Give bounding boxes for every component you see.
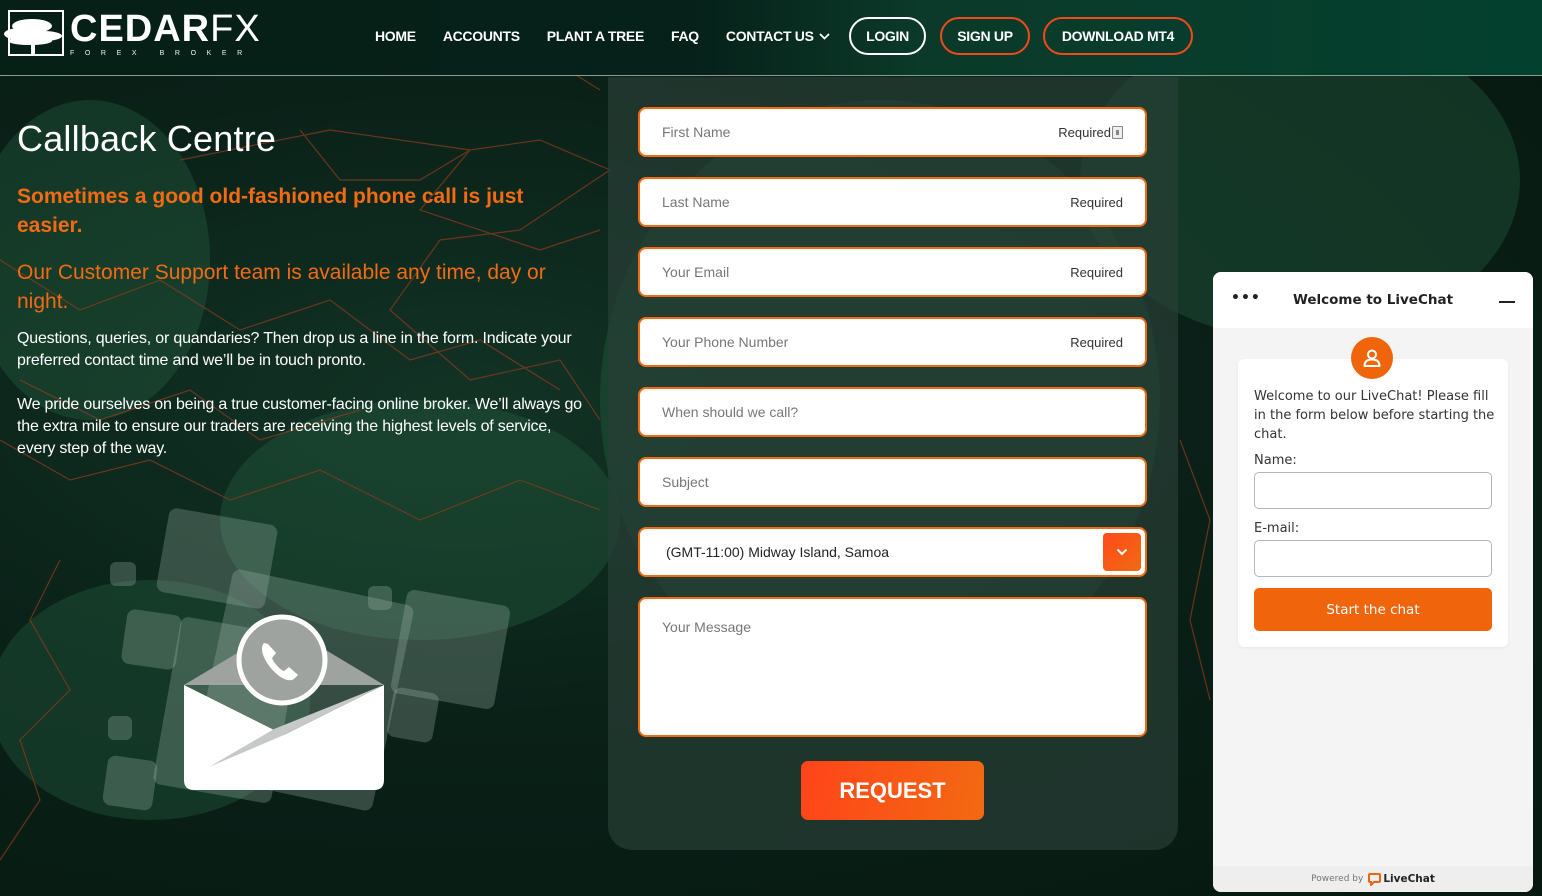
nav-contact-us-label: CONTACT US bbox=[725, 28, 814, 44]
phone-placeholder: Your Phone Number bbox=[662, 334, 789, 350]
powered-by-footer[interactable]: Powered by LiveChat bbox=[1213, 866, 1533, 892]
page-title: Callback Centre bbox=[17, 118, 277, 159]
chat-name-input[interactable] bbox=[1254, 472, 1492, 509]
tagline-bold: Sometimes a good old-fashioned phone cal… bbox=[17, 185, 524, 237]
callback-form: First Name Required Last Name Required Y… bbox=[608, 77, 1178, 850]
timezone-select[interactable]: (GMT-11:00) Midway Island, Samoa bbox=[638, 527, 1147, 577]
phone-number-field[interactable]: Your Phone Number Required bbox=[638, 317, 1147, 367]
intro-paragraph-1: Questions, queries, or quandaries? Then … bbox=[17, 330, 572, 369]
required-label: Required bbox=[1070, 264, 1123, 280]
main-nav: HOME ACCOUNTS PLANT A TREE FAQ CONTACT U… bbox=[375, 0, 857, 72]
email-placeholder: Your Email bbox=[662, 264, 730, 280]
more-options-icon[interactable]: ••• bbox=[1231, 290, 1261, 306]
welcome-message: Welcome to our LiveChat! Please fill in … bbox=[1254, 389, 1495, 442]
intro-paragraph-2: We pride ourselves on being a true custo… bbox=[17, 396, 582, 457]
first-name-field[interactable]: First Name Required bbox=[638, 107, 1147, 157]
subject-field[interactable]: Subject bbox=[638, 457, 1147, 507]
livechat-header: ••• Welcome to LiveChat bbox=[1213, 272, 1533, 328]
cedar-tree-logo-icon bbox=[4, 10, 64, 56]
minimize-icon[interactable] bbox=[1499, 301, 1515, 303]
call-time-placeholder: When should we call? bbox=[662, 404, 799, 420]
livechat-widget: ••• Welcome to LiveChat Welcome to our L… bbox=[1213, 272, 1533, 892]
callback-intro: Callback Centre Sometimes a good old-fas… bbox=[17, 118, 597, 460]
first-name-placeholder: First Name bbox=[662, 124, 731, 140]
tagline-support: Our Customer Support team is available a… bbox=[17, 261, 546, 313]
agent-avatar-icon bbox=[1351, 337, 1393, 379]
last-name-placeholder: Last Name bbox=[662, 194, 730, 210]
prechat-form: Welcome to our LiveChat! Please fill in … bbox=[1238, 359, 1508, 647]
livechat-brand: LiveChat bbox=[1383, 873, 1435, 885]
timezone-dropdown-button[interactable] bbox=[1103, 533, 1141, 571]
signup-button[interactable]: SIGN UP bbox=[940, 17, 1030, 55]
phone-circle-icon bbox=[236, 614, 328, 706]
chat-email-input[interactable] bbox=[1254, 540, 1492, 577]
email-label: E-mail: bbox=[1254, 521, 1300, 536]
nav-faq[interactable]: FAQ bbox=[671, 28, 699, 44]
livechat-title: Welcome to LiveChat bbox=[1292, 292, 1454, 308]
brand-tagline: FOREX BROKER bbox=[70, 50, 253, 57]
powered-by-text: Powered by bbox=[1311, 874, 1364, 884]
chevron-down-icon bbox=[1116, 548, 1128, 556]
required-label: Required bbox=[1070, 334, 1123, 350]
brand-name-bold: CEDAR bbox=[70, 8, 211, 50]
last-name-field[interactable]: Last Name Required bbox=[638, 177, 1147, 227]
message-placeholder: Your Message bbox=[662, 619, 751, 635]
email-field[interactable]: Your Email Required bbox=[638, 247, 1147, 297]
message-textarea[interactable]: Your Message bbox=[638, 597, 1147, 737]
livechat-logo-icon bbox=[1368, 872, 1382, 886]
request-button[interactable]: REQUEST bbox=[801, 761, 984, 820]
nav-home[interactable]: HOME bbox=[375, 28, 416, 44]
start-chat-button[interactable]: Start the chat bbox=[1254, 588, 1492, 631]
brand-name-light: FX bbox=[210, 8, 261, 50]
nav-accounts[interactable]: ACCOUNTS bbox=[443, 28, 520, 44]
chevron-down-icon bbox=[819, 32, 830, 40]
download-mt4-button[interactable]: DOWNLOAD MT4 bbox=[1043, 17, 1193, 55]
call-time-field[interactable]: When should we call? bbox=[638, 387, 1147, 437]
autofill-contact-icon[interactable] bbox=[1112, 125, 1123, 139]
required-label: Required bbox=[1070, 194, 1123, 210]
name-label: Name: bbox=[1254, 453, 1297, 468]
timezone-selected-value: (GMT-11:00) Midway Island, Samoa bbox=[666, 544, 890, 560]
required-label: Required bbox=[1058, 124, 1111, 140]
site-header: CEDARFX FOREX BROKER HOME ACCOUNTS PLANT… bbox=[0, 0, 1542, 76]
subject-placeholder: Subject bbox=[662, 474, 709, 490]
brand-name: CEDARFX bbox=[70, 10, 261, 48]
nav-contact-us[interactable]: CONTACT US bbox=[726, 28, 830, 44]
brand-logo[interactable]: CEDARFX FOREX BROKER bbox=[4, 10, 261, 57]
nav-plant-a-tree[interactable]: PLANT A TREE bbox=[547, 28, 645, 44]
envelope-phone-illustration bbox=[100, 500, 512, 812]
login-button[interactable]: LOGIN bbox=[849, 17, 926, 55]
